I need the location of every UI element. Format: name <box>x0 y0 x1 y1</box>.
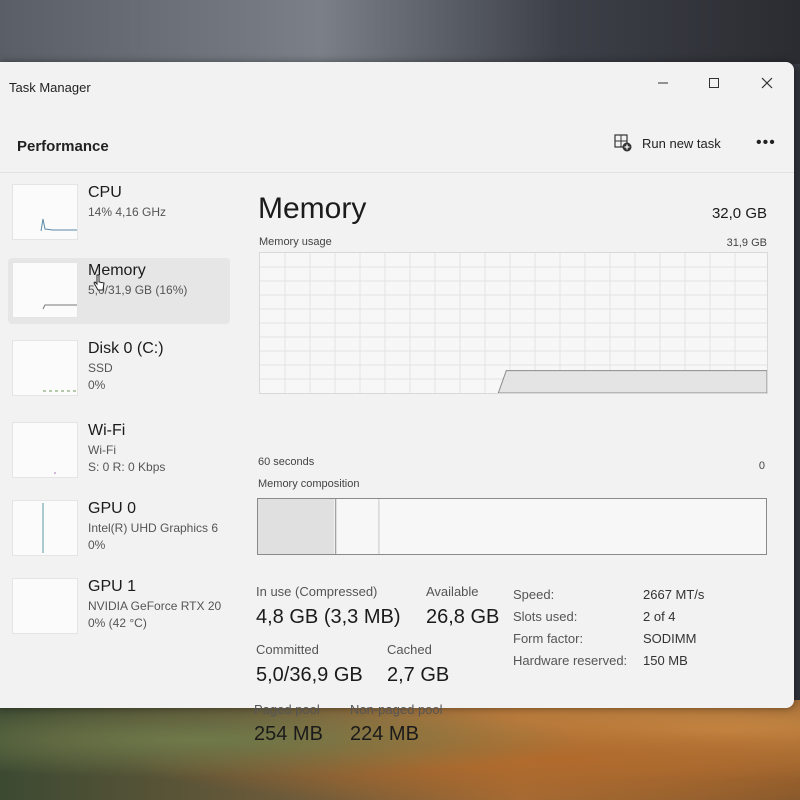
composition-in-use <box>258 499 335 554</box>
paged-pool-label: Paged pool <box>254 702 320 717</box>
zero-axis-label: 0 <box>758 460 765 472</box>
gpu1-thumbnail-graph <box>12 578 78 634</box>
committed-value: 5,0/36,9 GB <box>256 664 363 686</box>
available-label: Available <box>426 584 479 599</box>
minimize-icon <box>658 82 668 84</box>
performance-sidebar: CPU 14% 4,16 GHz Memory 5,0/31,9 GB (16%… <box>8 180 230 652</box>
sidebar-item-name: GPU 1 <box>88 578 137 595</box>
memory-usage-graph <box>259 252 768 394</box>
memory-total: 32,0 GB <box>711 205 767 222</box>
sidebar-item-gpu1[interactable]: GPU 1 NVIDIA GeForce RTX 20 0% (42 °C) <box>8 574 230 640</box>
sidebar-item-detail: 14% 4,16 GHz <box>88 205 167 219</box>
in-use-value: 4,8 GB (3,3 MB) <box>256 606 401 628</box>
in-use-label: In use (Compressed) <box>256 584 378 599</box>
close-button[interactable] <box>750 68 784 98</box>
sidebar-item-disk[interactable]: Disk 0 (C:) SSD 0% <box>8 336 230 406</box>
page-title: Performance <box>17 138 109 155</box>
gpu0-thumbnail-graph <box>12 500 78 556</box>
sidebar-item-gpu0[interactable]: GPU 0 Intel(R) UHD Graphics 6 0% <box>8 496 230 562</box>
sidebar-item-detail-2: S: 0 R: 0 Kbps <box>88 460 166 474</box>
cached-value: 2,7 GB <box>387 664 450 686</box>
sidebar-item-name: CPU <box>88 184 122 201</box>
toolbar: Performance Run new task ••• <box>0 120 794 173</box>
run-new-task-label: Run new task <box>642 135 721 151</box>
form-factor-label: Form factor: <box>513 631 584 646</box>
maximize-icon <box>709 78 719 88</box>
hardware-reserved-label: Hardware reserved: <box>513 653 628 668</box>
hardware-reserved-value: 150 MB <box>643 653 688 668</box>
desktop-wallpaper-top <box>0 0 800 64</box>
sidebar-item-detail: Intel(R) UHD Graphics 6 <box>88 521 219 535</box>
paged-pool-value: 254 MB <box>254 723 323 745</box>
sidebar-item-name: GPU 0 <box>88 500 137 517</box>
sidebar-item-cpu[interactable]: CPU 14% 4,16 GHz <box>8 180 230 246</box>
memory-usage-max: 31,9 GB <box>726 237 767 249</box>
sidebar-item-wifi[interactable]: Wi-Fi Wi-Fi S: 0 R: 0 Kbps <box>8 418 230 484</box>
memory-usage-label: Memory usage <box>259 236 332 248</box>
memory-composition-label: Memory composition <box>258 478 360 490</box>
more-icon: ••• <box>756 134 776 151</box>
more-button[interactable]: ••• <box>756 134 776 152</box>
memory-composition-bar <box>257 498 767 555</box>
sidebar-item-detail-2: 0% <box>88 538 106 552</box>
available-value: 26,8 GB <box>426 606 500 628</box>
memory-thumbnail-graph <box>12 262 78 318</box>
memory-title: Memory <box>258 192 367 225</box>
memory-usage-area <box>497 370 767 393</box>
close-icon <box>761 77 773 89</box>
committed-label: Committed <box>256 642 319 657</box>
slots-used-label: Slots used: <box>513 609 578 624</box>
cpu-thumbnail-graph <box>12 184 78 240</box>
speed-label: Speed: <box>513 587 555 602</box>
wifi-thumbnail-graph <box>12 422 78 478</box>
sidebar-item-detail: Wi-Fi <box>88 443 116 457</box>
form-factor-value: SODIMM <box>643 631 697 646</box>
task-manager-window: Task Manager Performance Run new task ••… <box>0 62 794 745</box>
mouse-cursor-icon <box>93 274 105 291</box>
cached-label: Cached <box>387 642 432 657</box>
sidebar-item-detail: SSD <box>88 361 113 375</box>
run-new-task-button[interactable]: Run new task <box>614 134 721 152</box>
title-bar: Task Manager <box>0 62 794 112</box>
nonpaged-pool-label: Non-paged pool <box>350 702 443 717</box>
app-title: Task Manager <box>9 80 91 95</box>
disk-thumbnail-graph <box>12 340 78 396</box>
sidebar-item-memory[interactable]: Memory 5,0/31,9 GB (16%) <box>8 258 230 324</box>
run-task-icon <box>614 134 632 152</box>
sidebar-item-name: Disk 0 (C:) <box>88 340 164 357</box>
time-axis-label: 60 seconds <box>258 456 315 468</box>
nonpaged-pool-value: 224 MB <box>350 723 419 745</box>
minimize-button[interactable] <box>646 68 680 98</box>
sidebar-item-detail-2: 0% (42 °C) <box>88 616 147 630</box>
speed-value: 2667 MT/s <box>643 587 705 602</box>
maximize-button[interactable] <box>697 68 731 98</box>
sidebar-item-detail: NVIDIA GeForce RTX 20 <box>88 599 222 613</box>
sidebar-item-name: Wi-Fi <box>88 422 126 439</box>
sidebar-item-detail-2: 0% <box>88 378 106 392</box>
slots-used-value: 2 of 4 <box>643 609 676 624</box>
